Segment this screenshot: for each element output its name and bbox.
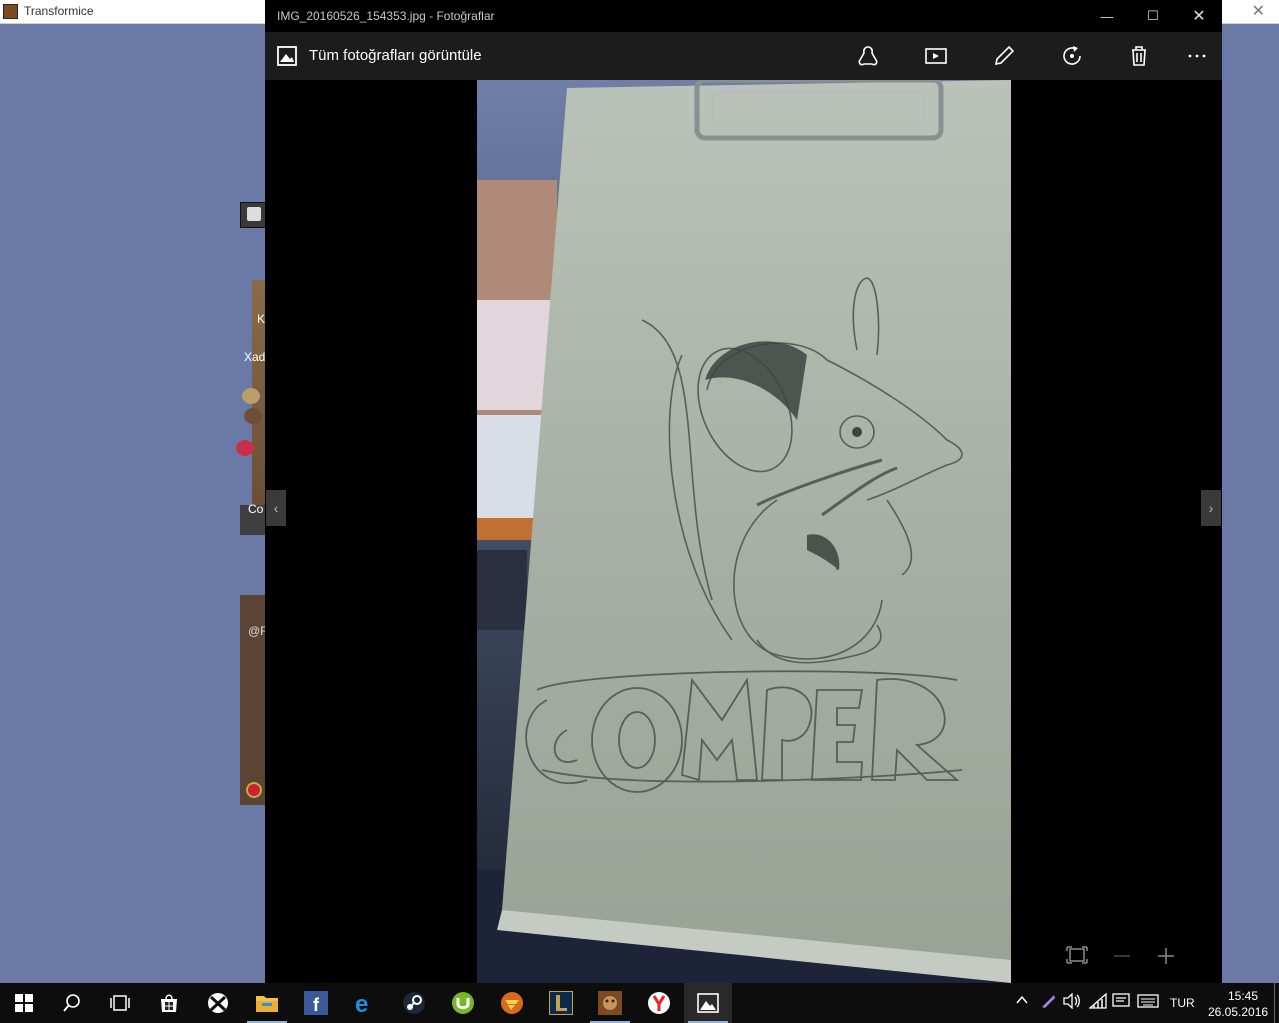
store-icon <box>161 994 177 1012</box>
game-label-co: Co <box>248 502 264 516</box>
clock-time[interactable]: 15:45 <box>1223 989 1263 1003</box>
minimize-button[interactable]: — <box>1084 0 1130 32</box>
photos-window-title: IMG_20160526_154353.jpg - Fotoğraflar <box>277 9 495 23</box>
show-hidden-icons-button[interactable] <box>1015 993 1033 1013</box>
yandex-app[interactable] <box>635 983 683 1023</box>
store-app[interactable] <box>145 983 193 1023</box>
game-label-xad: Xad <box>244 350 266 364</box>
maximize-button[interactable]: ☐ <box>1130 0 1176 32</box>
transformice-icon <box>598 991 622 1015</box>
game-launcher-icon <box>501 992 523 1014</box>
league-of-legends-icon <box>549 991 573 1015</box>
task-view-button[interactable] <box>96 983 144 1023</box>
transformice-app[interactable] <box>586 983 634 1023</box>
background-close-icon[interactable]: ✕ <box>1252 1 1265 21</box>
folder-icon <box>256 996 278 1012</box>
search-icon <box>63 994 80 1012</box>
heart-icon[interactable] <box>246 782 262 798</box>
xbox-icon <box>208 993 228 1013</box>
svg-text:e: e <box>355 991 368 1015</box>
chevron-up-icon <box>1016 995 1028 1004</box>
notification-icon[interactable] <box>1112 993 1130 1014</box>
edge-icon: e <box>355 991 368 1015</box>
volume-icon[interactable] <box>1063 992 1081 1014</box>
next-photo-button[interactable]: › <box>1201 490 1221 526</box>
xbox-app[interactable] <box>194 983 242 1023</box>
input-language-indicator[interactable]: TUR <box>1170 996 1195 1010</box>
pen-icon[interactable] <box>1040 993 1056 1014</box>
steam-app[interactable] <box>390 983 438 1023</box>
share-icon[interactable] <box>856 44 880 68</box>
fit-icon[interactable] <box>1066 946 1088 964</box>
close-button[interactable]: ✕ <box>1176 0 1222 32</box>
photo-image <box>477 80 1011 983</box>
delete-icon[interactable] <box>1127 44 1151 68</box>
zoom-controls <box>1062 944 1202 973</box>
task-view-icon <box>110 995 130 1011</box>
facebook-icon: f <box>304 991 328 1015</box>
facebook-app[interactable]: f <box>292 983 340 1023</box>
view-all-photos-link[interactable]: Tüm fotoğrafları görüntüle <box>309 47 482 64</box>
search-button[interactable] <box>48 983 96 1023</box>
utorrent-app[interactable] <box>439 983 487 1023</box>
photos-toolbar: Tüm fotoğrafları görüntüle <box>265 32 1222 80</box>
zoom-in-icon[interactable] <box>1158 948 1174 964</box>
dice-icon[interactable] <box>240 202 266 228</box>
photos-icon <box>697 993 719 1013</box>
rotate-icon[interactable] <box>1060 44 1084 68</box>
game-visible-strip: K Xad Co @R <box>236 200 269 805</box>
network-icon[interactable] <box>1088 992 1107 1014</box>
show-desktop-button[interactable] <box>1274 983 1275 1023</box>
photos-window: IMG_20160526_154353.jpg - Fotoğraflar — … <box>265 0 1222 983</box>
yandex-icon <box>648 992 670 1014</box>
file-explorer-app[interactable] <box>243 983 291 1023</box>
mouse-character-icon <box>236 440 254 456</box>
game-label-k: K <box>257 312 266 326</box>
game-launcher-app[interactable] <box>488 983 536 1023</box>
keyboard-icon[interactable] <box>1137 994 1159 1013</box>
photos-app[interactable] <box>684 983 732 1023</box>
utorrent-icon <box>452 992 474 1014</box>
more-icon[interactable] <box>1185 44 1209 68</box>
taskbar: f e TUR 15:45 26.05.2016 <box>0 983 1279 1023</box>
photos-titlebar[interactable]: IMG_20160526_154353.jpg - Fotoğraflar — … <box>265 0 1222 32</box>
background-window-title: Transformice <box>24 4 94 18</box>
transformice-app-icon <box>3 4 18 19</box>
mouse-character-icon <box>242 388 260 404</box>
steam-icon <box>403 992 425 1014</box>
start-button[interactable] <box>0 983 48 1023</box>
edge-app[interactable]: e <box>341 983 389 1023</box>
previous-photo-button[interactable]: ‹ <box>266 490 286 526</box>
image-icon[interactable] <box>277 46 297 66</box>
league-of-legends-app[interactable] <box>537 983 585 1023</box>
mouse-character-icon <box>244 408 262 424</box>
slideshow-icon[interactable] <box>924 44 948 68</box>
svg-text:f: f <box>313 995 320 1015</box>
photo-viewport[interactable] <box>477 80 1011 983</box>
edit-icon[interactable] <box>992 44 1016 68</box>
windows-icon <box>15 994 33 1012</box>
clock-date[interactable]: 26.05.2016 <box>1208 1005 1268 1019</box>
